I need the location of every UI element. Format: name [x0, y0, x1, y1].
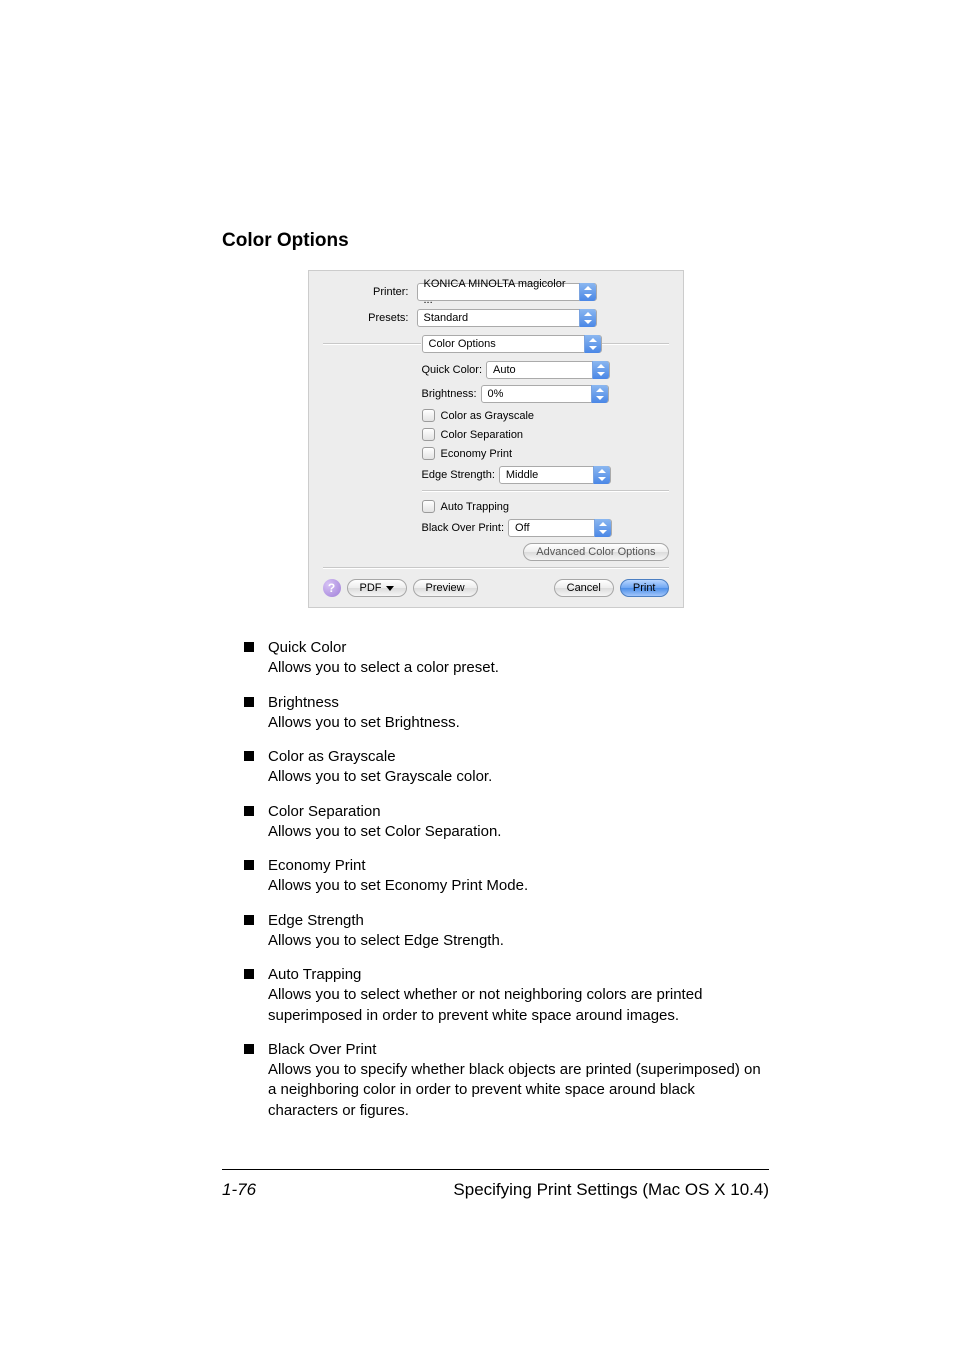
edge-strength-value: Middle — [506, 467, 589, 483]
list-item: Edge Strength Allows you to select Edge … — [244, 911, 769, 952]
black-over-print-select[interactable]: Off — [508, 519, 612, 537]
print-button[interactable]: Print — [620, 579, 669, 597]
help-button[interactable]: ? — [323, 579, 341, 597]
feature-desc: Allows you to specify whether black obje… — [268, 1061, 761, 1119]
list-item: Auto Trapping Allows you to select wheth… — [244, 965, 769, 1026]
separation-checkbox-label: Color Separation — [441, 429, 524, 441]
divider — [422, 490, 669, 492]
auto-trapping-checkbox[interactable] — [422, 500, 435, 513]
list-item: Economy Print Allows you to set Economy … — [244, 856, 769, 897]
print-dialog: Printer: KONICA MINOLTA magicolor ... Pr… — [308, 270, 684, 608]
divider — [323, 567, 669, 569]
presets-label: Presets: — [323, 312, 417, 324]
feature-list: Quick Color Allows you to select a color… — [244, 638, 769, 1121]
black-over-print-label: Black Over Print: — [422, 522, 505, 534]
printer-select[interactable]: KONICA MINOLTA magicolor ... — [417, 283, 597, 301]
pane-select[interactable]: Color Options — [422, 335, 602, 353]
chevron-updown-icon — [579, 309, 596, 327]
separation-checkbox[interactable] — [422, 428, 435, 441]
grayscale-checkbox[interactable] — [422, 409, 435, 422]
feature-term: Color as Grayscale — [268, 747, 769, 767]
presets-select[interactable]: Standard — [417, 309, 597, 327]
list-item: Color as Grayscale Allows you to set Gra… — [244, 747, 769, 788]
feature-term: Economy Print — [268, 856, 769, 876]
footer-title: Specifying Print Settings (Mac OS X 10.4… — [453, 1180, 769, 1200]
list-item: Black Over Print Allows you to specify w… — [244, 1040, 769, 1121]
list-item: Quick Color Allows you to select a color… — [244, 638, 769, 679]
feature-term: Brightness — [268, 693, 769, 713]
quick-color-select[interactable]: Auto — [486, 361, 610, 379]
quick-color-label: Quick Color: — [422, 364, 483, 376]
chevron-updown-icon — [591, 385, 608, 403]
feature-desc: Allows you to set Economy Print Mode. — [268, 877, 528, 894]
printer-select-value: KONICA MINOLTA magicolor ... — [424, 276, 575, 308]
brightness-label: Brightness: — [422, 388, 477, 400]
feature-desc: Allows you to set Brightness. — [268, 714, 460, 731]
grayscale-checkbox-label: Color as Grayscale — [441, 410, 535, 422]
brightness-value: 0% — [488, 386, 587, 402]
section-title: Color Options — [222, 230, 769, 252]
list-item: Brightness Allows you to set Brightness. — [244, 693, 769, 734]
edge-strength-select[interactable]: Middle — [499, 466, 611, 484]
page-number: 1-76 — [222, 1180, 256, 1200]
chevron-updown-icon — [592, 361, 609, 379]
chevron-updown-icon — [584, 335, 601, 353]
feature-desc: Allows you to select a color preset. — [268, 659, 499, 676]
feature-term: Auto Trapping — [268, 965, 769, 985]
page-footer: 1-76 Specifying Print Settings (Mac OS X… — [222, 1169, 769, 1200]
feature-term: Black Over Print — [268, 1040, 769, 1060]
edge-strength-label: Edge Strength: — [422, 469, 495, 481]
black-over-print-value: Off — [515, 520, 590, 536]
feature-term: Quick Color — [268, 638, 769, 658]
presets-select-value: Standard — [424, 310, 575, 326]
preview-button[interactable]: Preview — [413, 579, 478, 597]
pane-select-value: Color Options — [429, 336, 580, 352]
cancel-button[interactable]: Cancel — [554, 579, 614, 597]
advanced-color-options-button[interactable]: Advanced Color Options — [523, 543, 668, 561]
feature-desc: Allows you to select whether or not neig… — [268, 986, 702, 1023]
auto-trapping-checkbox-label: Auto Trapping — [441, 501, 510, 513]
economy-checkbox-label: Economy Print — [441, 448, 513, 460]
chevron-updown-icon — [593, 466, 610, 484]
pdf-menu-button[interactable]: PDF — [347, 579, 407, 597]
economy-checkbox[interactable] — [422, 447, 435, 460]
feature-desc: Allows you to select Edge Strength. — [268, 932, 504, 949]
feature-term: Color Separation — [268, 802, 769, 822]
printer-label: Printer: — [323, 286, 417, 298]
quick-color-value: Auto — [493, 362, 588, 378]
feature-desc: Allows you to set Color Separation. — [268, 823, 501, 840]
feature-term: Edge Strength — [268, 911, 769, 931]
chevron-updown-icon — [594, 519, 611, 537]
feature-desc: Allows you to set Grayscale color. — [268, 768, 492, 785]
list-item: Color Separation Allows you to set Color… — [244, 802, 769, 843]
brightness-select[interactable]: 0% — [481, 385, 609, 403]
chevron-updown-icon — [579, 283, 596, 301]
